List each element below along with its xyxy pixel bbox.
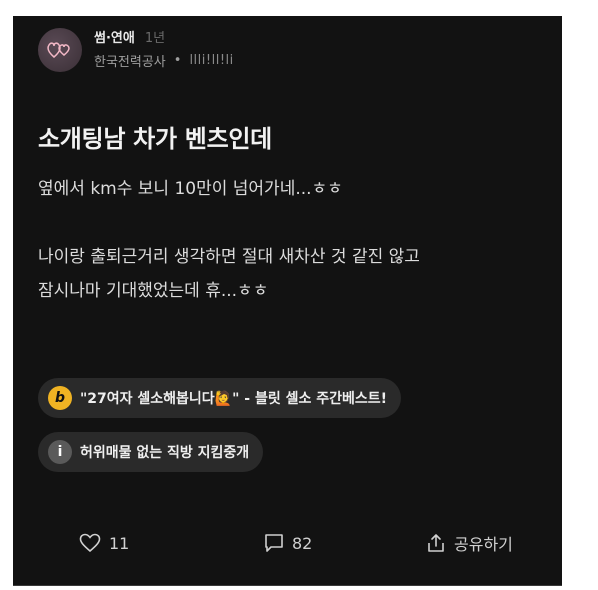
meta-line-2: 한국전력공사 • llli!ll!li <box>94 50 234 70</box>
post-body-line-3: 잠시나마 기대했었는데 휴...ㅎㅎ <box>38 281 269 301</box>
heart-icon <box>79 533 101 553</box>
promo-chip-best[interactable]: b "27여자 셀소해봅니다🙋" - 블릿 셀소 주간베스트! <box>38 378 402 418</box>
author-company[interactable]: 한국전력공사 <box>94 51 166 70</box>
promo-chip-ad[interactable]: i 허위매물 없는 직방 지킴중개 <box>38 432 264 472</box>
share-button[interactable]: 공유하기 <box>426 528 513 558</box>
post-body-line-1: 옆에서 km수 보니 10만이 넘어가네...ㅎㅎ <box>38 179 343 199</box>
comment-icon <box>265 534 283 552</box>
like-button[interactable]: 11 <box>79 528 129 558</box>
share-label: 공유하기 <box>454 535 513 554</box>
comment-button[interactable]: 82 <box>264 528 312 558</box>
divider <box>13 585 562 586</box>
post-category[interactable]: 썸·연애 <box>94 27 135 46</box>
post-header: 썸·연애 1년 한국전력공사 • llli!ll!li <box>38 24 538 76</box>
post-card: 썸·연애 1년 한국전력공사 • llli!ll!li 소개팅남 차가 벤츠인데… <box>13 16 562 586</box>
meta-line-1: 썸·연애 1년 <box>94 26 165 46</box>
info-icon: i <box>48 440 72 464</box>
meta-separator: • <box>173 52 182 68</box>
comment-count: 82 <box>292 533 313 553</box>
like-count: 11 <box>109 533 130 553</box>
avatar[interactable] <box>38 28 82 72</box>
post-body-line-2: 나이랑 출퇴근거리 생각하면 절대 새차산 것 같진 않고 <box>38 247 420 267</box>
heart-pair-icon <box>47 42 70 58</box>
post-title: 소개팅남 차가 벤츠인데 <box>38 125 272 153</box>
promo-chip-text: "27여자 셀소해봅니다🙋" - 블릿 셀소 주간베스트! <box>80 391 388 407</box>
promo-chip-text: 허위매물 없는 직방 지킴중개 <box>80 445 250 461</box>
author-handle: llli!ll!li <box>189 52 234 68</box>
blind-logo-icon: b <box>48 386 72 410</box>
share-icon <box>428 534 444 552</box>
post-time: 1년 <box>144 30 166 46</box>
